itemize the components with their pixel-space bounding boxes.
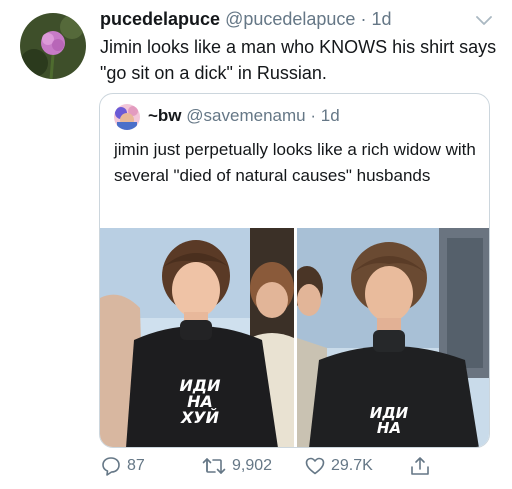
- share-icon: [410, 456, 430, 476]
- retweet-icon: [202, 456, 226, 476]
- separator: ·: [360, 9, 367, 29]
- retweet-count: 9,902: [232, 457, 273, 474]
- tweet-time[interactable]: 1d: [371, 9, 391, 29]
- tweet-actions: 87 9,902 29.7K: [0, 456, 512, 482]
- author-avatar[interactable]: [20, 13, 86, 79]
- quoted-tweet-header: ~bw @savemenamu · 1d: [148, 106, 340, 126]
- quoted-author-handle[interactable]: @savemenamu: [186, 106, 305, 125]
- quoted-photo-1[interactable]: ИДИ НА ХУЙ: [100, 228, 294, 447]
- shirt-text: ИДИ НА ХУЙ: [170, 378, 230, 426]
- shirt-text: ИДИ НА: [359, 406, 419, 436]
- quoted-tweet-text: jimin just perpetually looks like a rich…: [114, 140, 476, 185]
- author-name[interactable]: pucedelapuce: [100, 9, 220, 29]
- chevron-down-icon[interactable]: [476, 13, 492, 31]
- share-button[interactable]: [410, 456, 430, 476]
- like-button[interactable]: 29.7K: [305, 456, 373, 476]
- quoted-tweet-time: 1d: [320, 106, 340, 125]
- reply-button[interactable]: 87: [101, 456, 145, 476]
- reply-icon: [101, 456, 121, 476]
- tweet-text: Jimin looks like a man who KNOWS his shi…: [100, 37, 497, 83]
- like-icon: [305, 456, 325, 476]
- quoted-photo-2[interactable]: ИДИ НА: [297, 228, 489, 447]
- quoted-tweet[interactable]: ~bw @savemenamu · 1d jimin just perpetua…: [99, 93, 490, 448]
- tweet-header: pucedelapuce @pucedelapuce · 1d: [100, 9, 392, 30]
- shirt-text-line: НА: [376, 419, 402, 437]
- author-handle[interactable]: @pucedelapuce: [225, 9, 355, 29]
- quoted-author-avatar: [114, 104, 140, 130]
- separator: ·: [310, 106, 316, 125]
- quoted-author-name[interactable]: ~bw: [148, 106, 182, 125]
- like-count: 29.7K: [331, 457, 373, 474]
- retweet-button[interactable]: 9,902: [202, 456, 272, 476]
- reply-count: 87: [127, 457, 145, 474]
- shirt-text-line: ХУЙ: [180, 408, 220, 427]
